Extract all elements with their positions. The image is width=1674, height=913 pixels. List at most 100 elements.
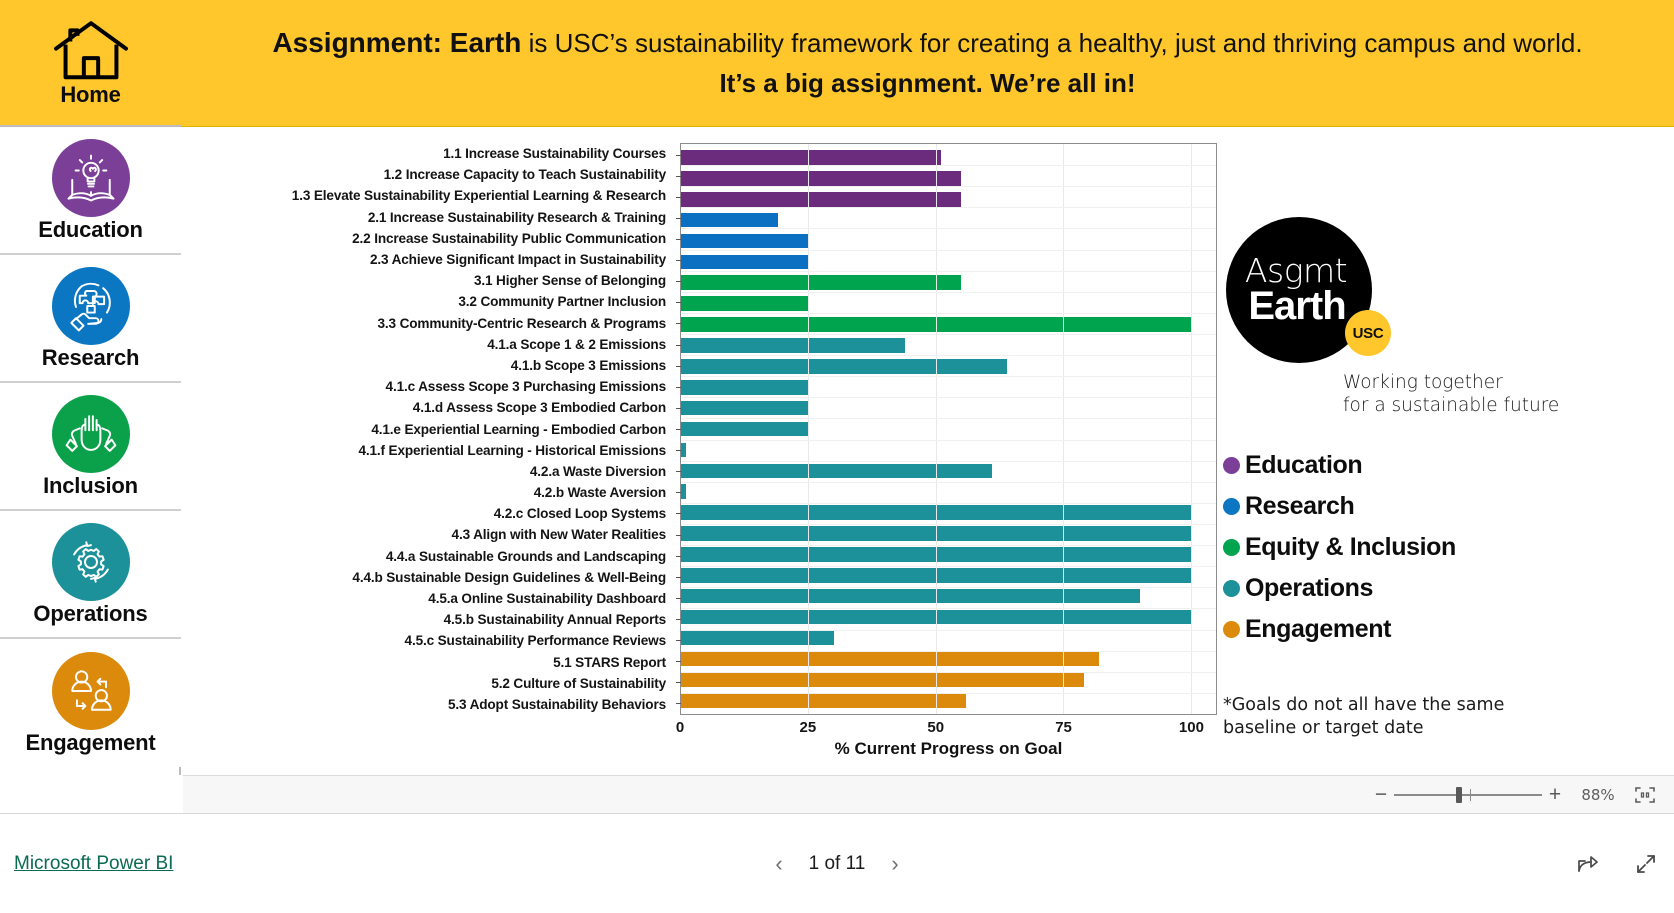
chart-bar[interactable] <box>681 463 992 479</box>
legend-item[interactable]: Operations <box>1223 568 1643 609</box>
chart-gridline <box>681 418 1216 420</box>
sidebar-item-operations[interactable]: Operations <box>0 511 181 639</box>
chart-bar[interactable] <box>681 275 962 291</box>
zoom-out-button[interactable]: − <box>1368 784 1394 805</box>
chart-bar[interactable] <box>681 672 1084 688</box>
fullscreen-icon[interactable] <box>1634 852 1658 876</box>
progress-bar-chart[interactable]: 1.1 Increase Sustainability Courses 1.2 I… <box>183 129 1223 775</box>
chart-y-tickmark <box>676 576 681 578</box>
chart-bar[interactable] <box>681 442 687 458</box>
chart-y-tick-label: 2.1 Increase Sustainability Research & T… <box>367 209 666 225</box>
logo-circle: Asgmt Earth USC <box>1226 217 1391 363</box>
chart-y-tickmark <box>676 281 681 283</box>
usc-badge: USC <box>1345 310 1391 356</box>
chart-y-tickmark <box>676 196 681 198</box>
share-icon[interactable] <box>1576 853 1600 875</box>
chart-bar[interactable] <box>681 588 1140 604</box>
chart-bar-row <box>681 502 1216 523</box>
chart-y-tickmark <box>676 154 681 156</box>
chart-bar[interactable] <box>681 693 967 708</box>
page-banner: Assignment: Earth is USC’s sustainabilit… <box>181 0 1674 127</box>
legend-item[interactable]: Engagement <box>1223 609 1643 650</box>
banner-tagline: It’s a big assignment. We’re all in! <box>719 68 1136 99</box>
chart-y-tickmark <box>676 450 681 452</box>
chart-bar-row <box>681 565 1216 586</box>
chart-bar[interactable] <box>681 150 941 165</box>
chart-bar[interactable] <box>681 379 809 395</box>
chart-y-tick-label: 4.3 Align with New Water Realities <box>451 527 667 543</box>
chart-bar-row <box>681 251 1216 272</box>
legend-item[interactable]: Research <box>1223 486 1643 527</box>
chevron-left-icon[interactable]: ‹ <box>775 851 782 877</box>
chart-bar[interactable] <box>681 296 809 311</box>
chart-y-tick-label: 4.2.b Waste Aversion <box>533 485 666 501</box>
chart-bar[interactable] <box>681 630 834 646</box>
zoom-in-button[interactable]: + <box>1542 784 1568 805</box>
report-status-bar: Microsoft Power BI ‹ 1 of 11 › <box>0 813 1674 913</box>
zoom-slider-tick <box>1470 788 1471 801</box>
chart-y-tickmark <box>676 239 681 240</box>
chart-x-axis-ticks: 0 25 50 75 100 <box>676 719 1217 741</box>
chart-gridline <box>681 334 1216 335</box>
chart-bar[interactable] <box>681 421 809 437</box>
chart-bar[interactable] <box>681 651 1099 667</box>
page-indicator: 1 of 11 <box>808 852 866 874</box>
logo-top-word: Asgmt <box>1244 251 1348 291</box>
chart-y-tickmark <box>676 597 681 599</box>
chart-bar-row <box>681 481 1216 502</box>
chart-x-axis-title: % Current Progress on Goal <box>834 739 1063 758</box>
legend-label: Research <box>1245 492 1355 520</box>
chart-legend[interactable]: Education Research Equity & Inclusion Opera… <box>1223 445 1643 650</box>
chart-bar-row <box>681 314 1216 335</box>
status-bar-actions <box>1576 852 1658 876</box>
tagline-line-2: for a sustainable future <box>1343 394 1560 416</box>
sidebar-item-education[interactable]: Education <box>0 127 181 255</box>
chart-y-tick-label: 4.1.d Assess Scope 3 Embodied Carbon <box>412 400 666 416</box>
chart-y-tick-label: 4.1.a Scope 1 & 2 Emissions <box>487 336 666 352</box>
legend-item[interactable]: Equity & Inclusion <box>1223 527 1643 568</box>
chart-y-tickmark <box>676 260 681 262</box>
chart-gridline <box>681 692 1216 694</box>
chart-y-tickmark <box>676 619 681 620</box>
microsoft-power-bi-link[interactable]: Microsoft Power BI <box>14 853 173 875</box>
sidebar-item-research[interactable]: Research <box>0 255 181 383</box>
zoom-slider-thumb[interactable] <box>1456 786 1462 803</box>
chevron-right-icon[interactable]: › <box>891 851 898 877</box>
chart-bar-row <box>681 335 1216 356</box>
chart-plot-area <box>676 143 1217 715</box>
chart-bar[interactable] <box>681 484 687 499</box>
zoom-slider[interactable] <box>1394 786 1542 803</box>
chart-gridline <box>681 291 1216 293</box>
fit-to-page-icon[interactable] <box>1628 785 1662 805</box>
legend-color-swatch <box>1223 621 1240 638</box>
chart-y-tickmark <box>676 513 681 515</box>
chart-gridline <box>681 650 1216 652</box>
chart-gridline <box>681 376 1216 378</box>
lightbulb-book-icon <box>51 139 130 217</box>
chart-bar[interactable] <box>681 191 962 207</box>
banner-brand: Assignment: Earth <box>272 26 522 58</box>
chart-bar-row <box>681 523 1216 544</box>
sidebar-item-engagement[interactable]: Engagement <box>0 639 181 767</box>
legend-label: Education <box>1245 451 1363 479</box>
sidebar-item-inclusion[interactable]: Inclusion <box>0 383 181 511</box>
chart-gridline <box>681 270 1216 272</box>
chart-bar[interactable] <box>681 359 1008 374</box>
chart-x-tick-label: 25 <box>799 719 817 736</box>
chart-y-tick-label: 2.2 Increase Sustainability Public Commu… <box>352 230 666 246</box>
chart-bar[interactable] <box>681 254 809 270</box>
chart-y-tick-label: 5.1 STARS Report <box>553 654 666 670</box>
chart-bar[interactable] <box>681 171 962 186</box>
chart-bar[interactable] <box>681 400 809 416</box>
sidebar-item-home[interactable]: Home <box>0 0 181 127</box>
legend-color-swatch <box>1223 539 1240 556</box>
chart-y-tick-label: 4.5.b Sustainability Annual Reports <box>443 612 667 628</box>
legend-item[interactable]: Education <box>1223 445 1643 486</box>
chart-bar[interactable] <box>681 212 778 228</box>
powerbi-report-viewer: Home Education Research Inclusion Operat… <box>0 0 1674 913</box>
chart-bar-row <box>681 377 1216 398</box>
chart-bar[interactable] <box>681 338 906 353</box>
chart-bar[interactable] <box>681 233 809 249</box>
sidebar-item-label: Home <box>60 81 121 107</box>
chart-y-tick-label: 1.1 Increase Sustainability Courses <box>443 146 666 162</box>
